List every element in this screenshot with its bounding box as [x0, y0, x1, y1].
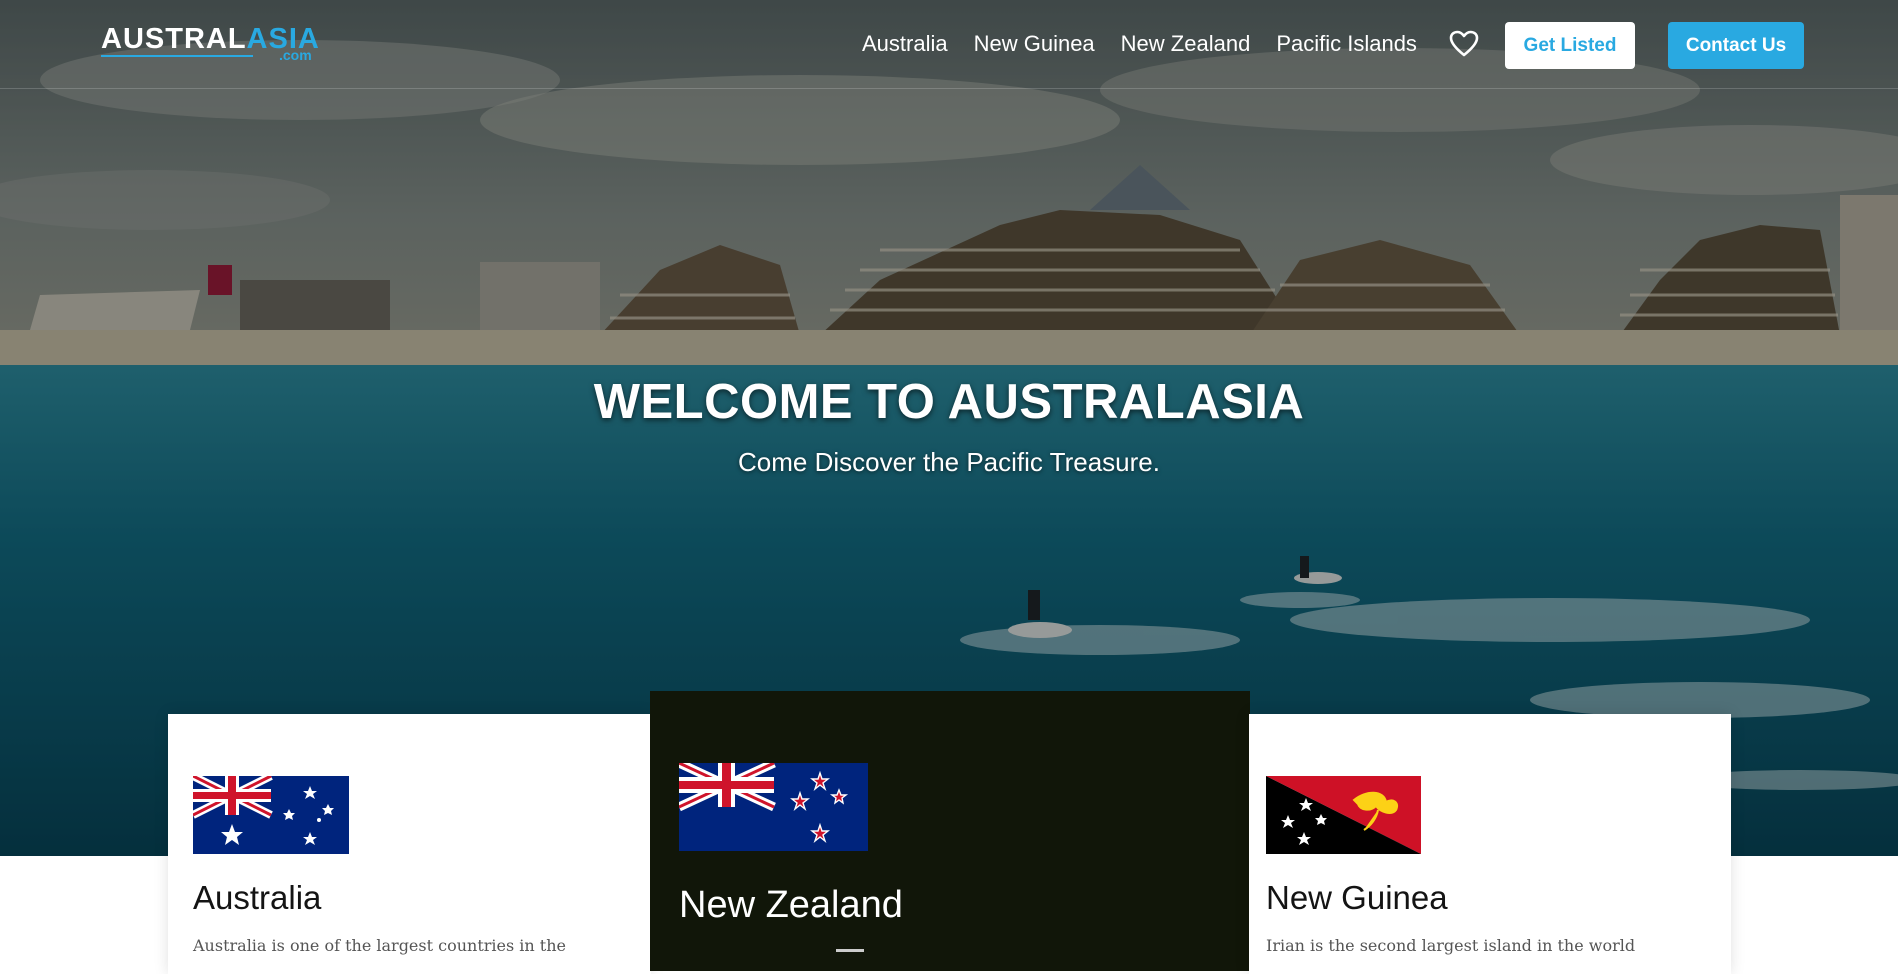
australia-flag-icon	[193, 776, 349, 854]
logo-text-main: AUSTRAL	[101, 23, 247, 55]
card-new-guinea[interactable]: New Guinea Irian is the second largest i…	[1249, 714, 1731, 974]
card-title: New Zealand	[679, 884, 903, 926]
card-title: Australia	[193, 879, 322, 916]
hero-subtitle: Come Discover the Pacific Treasure.	[738, 447, 1160, 477]
nav-australia[interactable]: Australia	[862, 28, 948, 60]
card-title: New Guinea	[1266, 879, 1448, 916]
nav-new-zealand[interactable]: New Zealand	[1121, 28, 1251, 60]
card-new-zealand[interactable]: New Zealand	[650, 691, 1250, 971]
new-zealand-flag-icon	[679, 763, 868, 851]
heart-icon[interactable]	[1448, 28, 1480, 60]
hero-title: WELCOME TO AUSTRALASIA	[593, 375, 1305, 429]
site-header: AUSTRALASIA .com Australia New Guinea Ne…	[0, 0, 1898, 89]
contact-us-button[interactable]: Contact Us	[1668, 22, 1804, 69]
get-listed-button[interactable]: Get Listed	[1505, 22, 1635, 69]
nav-new-guinea[interactable]: New Guinea	[974, 28, 1095, 60]
australasia-logo[interactable]: AUSTRALASIA .com	[101, 22, 321, 63]
card-description: Irian is the second largest island in th…	[1266, 936, 1636, 955]
card-description: Australia is one of the largest countrie…	[193, 936, 566, 955]
logo-underline	[101, 55, 253, 57]
main-nav: Australia New Guinea New Zealand Pacific…	[862, 28, 1443, 60]
nav-pacific-islands[interactable]: Pacific Islands	[1276, 28, 1417, 60]
card-australia[interactable]: Australia Australia is one of the larges…	[168, 714, 651, 974]
papua-new-guinea-flag-icon	[1266, 776, 1421, 854]
logo-domain: .com	[279, 47, 312, 63]
